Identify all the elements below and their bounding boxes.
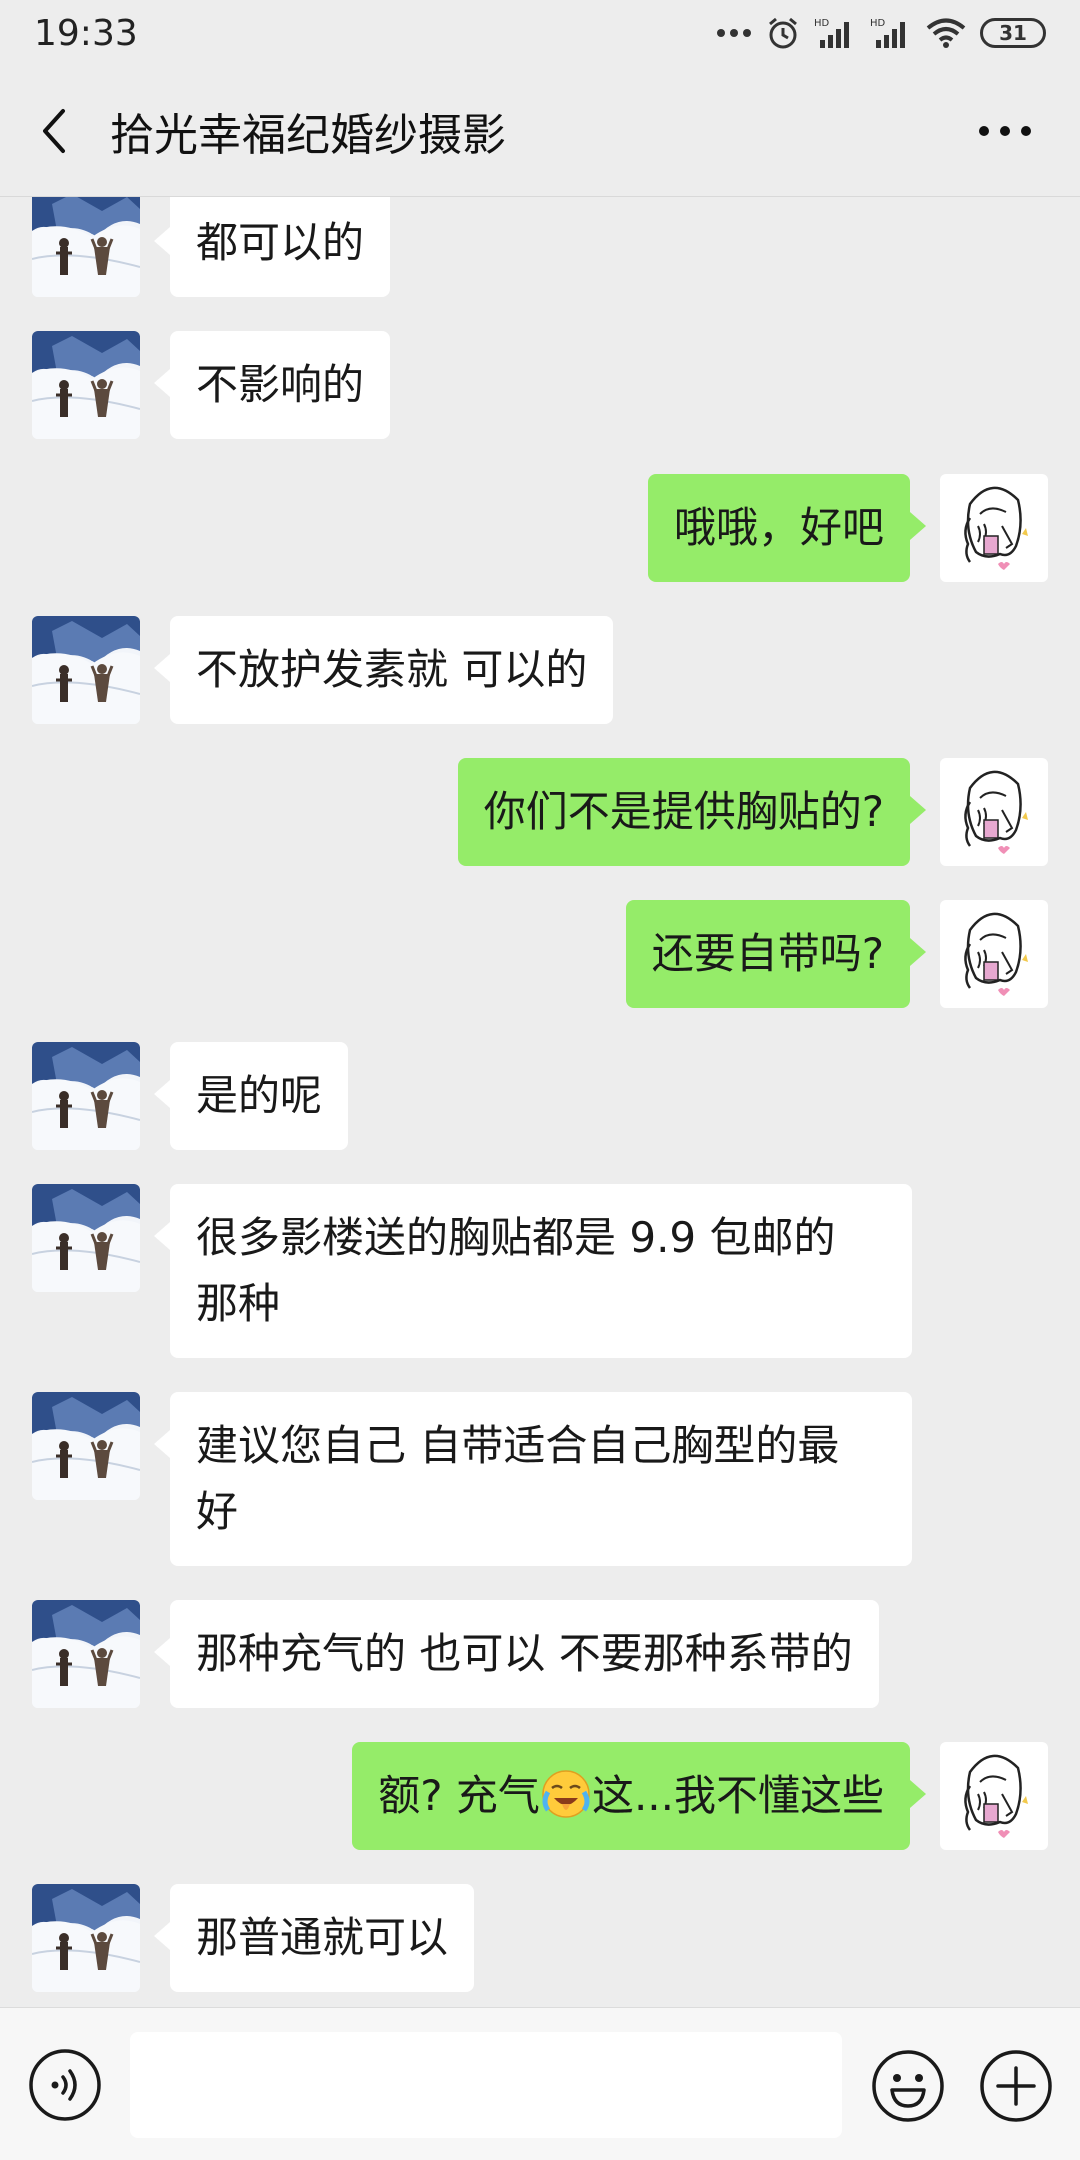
message-bubble[interactable]: 额? 充气 这...我不懂这些 xyxy=(352,1742,926,1850)
smiley-icon xyxy=(872,2050,944,2122)
message-list[interactable]: 都可以的 不影响的 哦哦，好吧 不放护发素就 可以的 你们不是提供胸贴的? 还要… xyxy=(0,197,1080,2007)
voice-icon xyxy=(29,2049,101,2121)
contact-avatar[interactable] xyxy=(32,1600,140,1708)
message-bubble[interactable]: 还要自带吗? xyxy=(625,900,927,1008)
alarm-icon xyxy=(766,13,800,53)
back-button[interactable] xyxy=(4,66,104,196)
message-bubble[interactable]: 建议您自己 自带适合自己胸型的最 好 xyxy=(154,1392,912,1566)
message-bubble[interactable]: 哦哦，好吧 xyxy=(647,474,927,582)
status-bar: 19:33 HD HD 31 xyxy=(0,0,1080,66)
plus-icon xyxy=(980,2050,1052,2122)
more-horizontal-icon xyxy=(979,126,1031,136)
my-avatar[interactable] xyxy=(940,900,1048,1008)
message-input[interactable] xyxy=(130,2032,842,2138)
message-text: 额? 充气 xyxy=(378,1771,540,1820)
hd-signal-icon: HD xyxy=(814,13,856,53)
my-avatar[interactable] xyxy=(940,758,1048,866)
message-bubble[interactable]: 都可以的 xyxy=(153,197,391,297)
chat-header: 拾光幸福纪婚纱摄影 xyxy=(0,66,1080,196)
message-bubble[interactable]: 那种充气的 也可以 不要那种系带的 xyxy=(154,1600,879,1708)
message-bubble[interactable]: 你们不是提供胸贴的? xyxy=(457,758,927,866)
chat-title: 拾光幸福纪婚纱摄影 xyxy=(110,110,506,161)
status-icons: HD HD 31 xyxy=(716,13,1046,53)
message-bubble[interactable]: 那普通就可以 xyxy=(153,1884,475,1992)
battery-level: 31 xyxy=(999,21,1027,45)
chevron-left-icon xyxy=(43,109,65,153)
message-bubble[interactable]: 很多影楼送的胸贴都是 9.9 包邮的 那种 xyxy=(154,1184,912,1358)
hd-signal-icon: HD xyxy=(870,13,912,53)
contact-avatar[interactable] xyxy=(32,1884,140,1992)
contact-avatar[interactable] xyxy=(32,1392,140,1500)
status-time: 19:33 xyxy=(34,12,138,54)
contact-avatar[interactable] xyxy=(32,197,140,297)
battery-icon: 31 xyxy=(980,18,1046,48)
contact-avatar[interactable] xyxy=(32,616,140,724)
message-bubble[interactable]: 是的呢 xyxy=(153,1042,349,1150)
svg-text:HD: HD xyxy=(814,18,830,29)
my-avatar[interactable] xyxy=(940,1742,1048,1850)
contact-avatar[interactable] xyxy=(32,331,140,439)
more-options-button[interactable] xyxy=(970,106,1040,156)
svg-text:HD: HD xyxy=(870,18,886,29)
message-bubble[interactable]: 不影响的 xyxy=(153,331,391,439)
contact-avatar[interactable] xyxy=(32,1042,140,1150)
message-text: 这...我不懂这些 xyxy=(591,1771,884,1820)
more-dots-icon xyxy=(716,13,752,53)
my-avatar[interactable] xyxy=(940,474,1048,582)
laughing-crying-emoji xyxy=(542,1770,590,1818)
more-functions-button[interactable] xyxy=(978,2048,1054,2124)
contact-avatar[interactable] xyxy=(32,1184,140,1292)
input-bar xyxy=(0,2007,1080,2160)
voice-button[interactable] xyxy=(28,2048,102,2122)
emoji-button[interactable] xyxy=(870,2048,946,2124)
message-bubble[interactable]: 不放护发素就 可以的 xyxy=(153,616,614,724)
wifi-icon xyxy=(926,13,966,53)
